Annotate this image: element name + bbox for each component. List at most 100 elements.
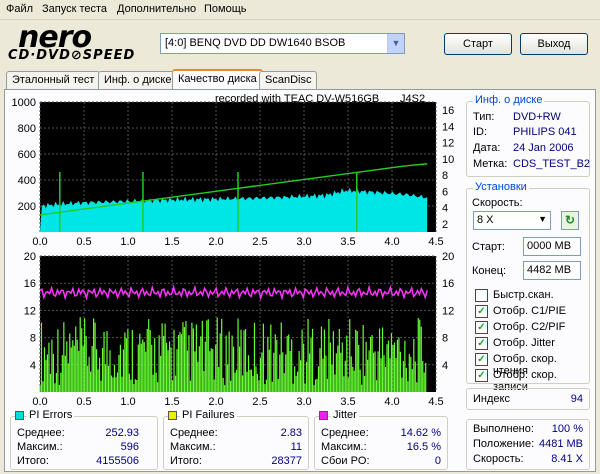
refresh-icon[interactable]: ↻ <box>561 211 579 230</box>
jitter-avg-label: Среднее: <box>321 427 369 439</box>
x-tick-label: 2.0 <box>208 396 223 408</box>
pi-errors-avg: 252.93 <box>105 427 139 439</box>
x-tick-label: 1.0 <box>120 236 135 248</box>
current-speed-value: 8.41 X <box>551 453 583 465</box>
disc-mark: CDS_TEST_B2 <box>513 158 591 170</box>
disc-type: DVD+RW <box>513 111 561 123</box>
disc-id-label: ID: <box>473 126 488 138</box>
drive-select[interactable]: [4:0] BENQ DVD DD DW1640 BSOB ▼ <box>160 33 405 54</box>
pi-failures-group: PI Failures Среднее: 2.83 Максим.: 11 Ит… <box>163 409 309 470</box>
x-tick-label: 1.5 <box>164 236 179 248</box>
y2-tick-label: 16 <box>442 105 454 117</box>
pi-failures-max-label: Максим.: <box>170 441 216 453</box>
jitter-avg: 14.62 % <box>400 427 441 439</box>
recorded-with-label: recorded with TEAC DV-W516GB <box>215 93 380 105</box>
menu-help[interactable]: Помощь <box>204 3 247 15</box>
tab-benchmark[interactable]: Эталонный тест <box>6 71 101 90</box>
x-tick-label: 3.0 <box>296 236 311 248</box>
x-tick-label: 4.5 <box>428 236 443 248</box>
menu-file[interactable]: Файл <box>6 3 33 15</box>
settings-title: Установки <box>473 181 529 193</box>
y2-tick-label: 4 <box>442 360 448 372</box>
y2-tick-label: 20 <box>442 251 454 263</box>
x-tick-label: 4.0 <box>384 236 399 248</box>
po-failures-label: Сбои PO: <box>321 455 370 467</box>
y-tick-label: 800 <box>18 123 36 135</box>
cd-dvd-speed-logo: CD·DVD⊘SPEED <box>8 48 136 63</box>
checkbox-label-2: Отобр. C2/PIF <box>493 321 566 333</box>
speed-select-value: 8 X <box>477 214 494 226</box>
x-tick-label: 3.5 <box>340 396 355 408</box>
pi-errors-total: 4155506 <box>96 455 139 467</box>
y2-tick-label: 10 <box>442 154 454 166</box>
menu-extra[interactable]: Дополнительно <box>117 3 196 15</box>
y-tick-label: 16 <box>24 278 36 290</box>
pi-failures-chart: 20 16 12 8 4 20 16 12 8 4 0.0 0.5 1.0 1.5 2.0 2.5 3.0 3.5… <box>24 251 455 408</box>
chevron-down-icon[interactable]: ▼ <box>387 34 404 53</box>
x-tick-label: 2.5 <box>252 396 267 408</box>
done-label: Выполнено: <box>473 423 534 435</box>
jitter-swatch <box>319 411 328 420</box>
checkbox-3[interactable]: ✓ <box>475 337 488 350</box>
y2-tick-label: 12 <box>442 138 454 150</box>
y2-tick-label: 14 <box>442 121 454 133</box>
checkbox-1[interactable]: ✓ <box>475 305 488 318</box>
end-input[interactable]: 4482 MB <box>523 261 581 280</box>
pi-failures-avg-label: Среднее: <box>170 427 218 439</box>
checkbox-label-1: Отобр. C1/PIE <box>493 305 566 317</box>
pi-failures-avg: 2.83 <box>280 427 302 439</box>
exit-button[interactable]: Выход <box>520 33 588 55</box>
pi-errors-swatch <box>15 411 24 420</box>
charts-svg: 1000 800 600 400 200 16 14 12 10 8 6 4 2 0.0 0.5 1.0 1.5… <box>12 97 455 408</box>
tab-disc-quality[interactable]: Качество диска <box>172 69 263 90</box>
index-value: 94 <box>570 393 583 405</box>
y2-tick-label: 8 <box>442 170 448 182</box>
pi-errors-chart: 1000 800 600 400 200 16 14 12 10 8 6 4 2 0.0 0.5 1.0 1.5… <box>12 97 455 248</box>
start-button[interactable]: Старт <box>444 33 512 55</box>
x-tick-label: 3.5 <box>340 236 355 248</box>
checkbox-label-3: Отобр. Jitter <box>493 337 555 349</box>
menu-run-test[interactable]: Запуск теста <box>42 3 107 15</box>
pi-errors-max-label: Максим.: <box>17 441 63 453</box>
pi-errors-total-label: Итого: <box>17 455 49 467</box>
y2-tick-label: 4 <box>442 203 448 215</box>
disc-info-title: Инф. о диске <box>473 94 545 106</box>
x-tick-label: 2.5 <box>252 236 267 248</box>
done-value: 100 % <box>551 423 583 435</box>
x-tick-label: 4.5 <box>428 396 443 408</box>
checkbox-4[interactable]: ✓ <box>475 353 488 366</box>
start-input[interactable]: 0000 MB <box>523 237 581 256</box>
position-value: 4481 MB <box>538 438 583 450</box>
checkbox-2[interactable]: ✓ <box>475 321 488 334</box>
x-tick-label: 2.0 <box>208 236 223 248</box>
tab-scandisc[interactable]: ScanDisc <box>259 71 318 90</box>
y-tick-label: 1000 <box>12 97 36 109</box>
pi-failures-title: PI Failures <box>180 409 237 421</box>
pi-errors-avg-label: Среднее: <box>17 427 65 439</box>
speed-select[interactable]: 8 X ▼ <box>473 211 551 230</box>
jitter-max: 16.5 % <box>406 441 441 453</box>
speed-label: Скорость: <box>472 197 523 209</box>
current-speed-label: Скорость: <box>473 453 524 465</box>
jitter-group: Jitter Среднее: 14.62 % Максим.: 16.5 % … <box>314 409 448 470</box>
disc-id: PHILIPS 041 <box>513 126 577 138</box>
checkbox-5[interactable]: ✓ <box>475 369 488 382</box>
jitter-title: Jitter <box>331 409 359 421</box>
pi-errors-title: PI Errors <box>27 409 75 421</box>
firmware-label: J4S2 <box>400 93 426 105</box>
disc-date-label: Дата: <box>473 142 501 154</box>
disc-info-group: Инф. о диске Тип: DVD+RW ID: PHILIPS 041… <box>466 94 591 177</box>
x-tick-label: 0.0 <box>32 396 47 408</box>
settings-group: Установки Скорость: 8 X ▼ ↻ Старт: 0000 … <box>466 181 590 393</box>
pi-failures-total-label: Итого: <box>170 455 202 467</box>
y2-tick-label: 8 <box>442 333 448 345</box>
drive-select-value: [4:0] BENQ DVD DD DW1640 BSOB <box>165 37 346 49</box>
y-tick-label: 12 <box>24 305 36 317</box>
pi-errors-group: PI Errors Среднее: 252.93 Максим.: 596 И… <box>10 409 158 470</box>
progress-group: Выполнено: 100 % Положение: 4481 MB Скор… <box>466 419 590 470</box>
y-tick-label: 4 <box>30 360 36 372</box>
index-group: Индекс 94 <box>466 388 590 410</box>
tab-disc-info[interactable]: Инф. о диске <box>98 71 178 90</box>
y2-tick-label: 6 <box>442 186 448 198</box>
checkbox-0[interactable] <box>475 289 488 302</box>
